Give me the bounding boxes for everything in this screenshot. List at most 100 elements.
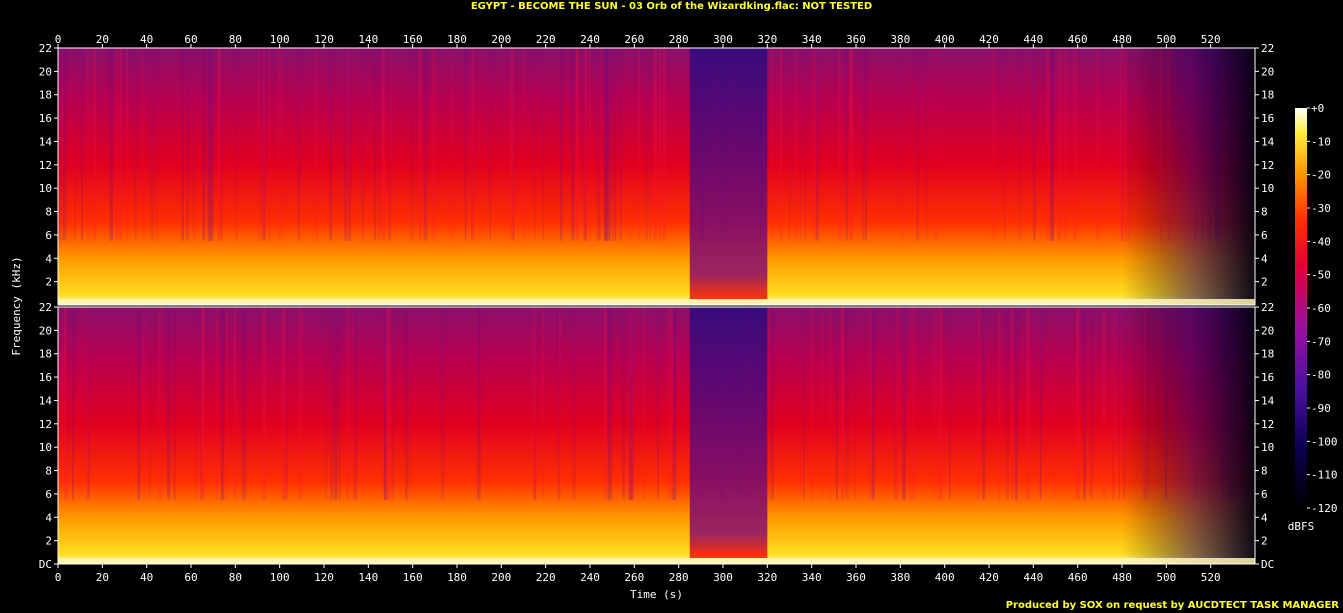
spectrum-streak — [603, 307, 607, 500]
spectrum-streak — [611, 48, 614, 241]
y-tick-label: 6 — [1261, 229, 1268, 242]
spectrum-streak — [125, 48, 128, 241]
colorbar-gradient — [1295, 108, 1307, 508]
spectrum-streak — [841, 48, 843, 241]
spectrum-streak — [1046, 48, 1051, 241]
spectrum-streak — [868, 307, 873, 500]
y-tick-label: 16 — [39, 371, 52, 384]
spectrum-streak — [119, 48, 122, 241]
colorbar-tick-label: -20 — [1311, 169, 1331, 182]
spectrum-streak — [911, 307, 916, 500]
spectrum-streak — [268, 48, 271, 241]
x-tick-label: 180 — [447, 33, 467, 46]
spectrum-streak — [346, 307, 349, 500]
spectrum-streak — [408, 307, 411, 500]
y-tick-label: 20 — [1261, 65, 1274, 78]
low-frequency-band — [58, 558, 1255, 564]
spectrum-streak — [1039, 307, 1042, 500]
y-tick-label: 22 — [1261, 301, 1274, 314]
y-tick-label: 16 — [1261, 112, 1274, 125]
y-tick-label: 14 — [39, 135, 53, 148]
x-tick-label: 380 — [890, 571, 910, 584]
spectrogram-chart: 2 24 46 68 810 1012 1214 1416 1618 1820 2022 22DC DC… — [10, 33, 1338, 601]
x-tick-label: 120 — [314, 571, 334, 584]
spectrum-streak — [541, 307, 544, 500]
x-tick-label: 280 — [669, 33, 689, 46]
spectrum-streak — [668, 307, 671, 500]
spectrum-streak — [325, 307, 328, 500]
spectrum-streak — [440, 307, 445, 500]
y-tick-label: 8 — [45, 206, 52, 219]
x-tick-label: 240 — [580, 571, 600, 584]
x-tick-label: 220 — [536, 33, 556, 46]
spectrum-streak — [329, 48, 333, 241]
y-axis-label: Frequency (kHz) — [10, 256, 23, 355]
spectrum-streak — [450, 48, 453, 241]
spectrum-streak — [338, 307, 341, 500]
spectrum-streak — [948, 307, 951, 500]
spectrum-streak — [858, 307, 860, 500]
spectrum-streak — [643, 307, 646, 500]
credit-text: Produced by SOX on request by AUCDTECT T… — [1005, 600, 1339, 611]
spectrum-streak — [410, 48, 415, 241]
spectrum-streak — [841, 307, 844, 500]
x-tick-label: 520 — [1201, 571, 1221, 584]
spectrum-streak — [199, 307, 202, 500]
y-tick-label: 4 — [1261, 511, 1268, 524]
x-tick-label: 60 — [184, 571, 197, 584]
x-tick-label: 200 — [491, 33, 511, 46]
spectrum-streak — [258, 48, 260, 241]
spectrum-streak — [298, 307, 303, 500]
colorbar-tick-label: -60 — [1311, 302, 1331, 315]
spectrum-streak — [845, 307, 849, 500]
spectrum-streak — [811, 307, 814, 500]
spectrum-streak — [202, 48, 205, 241]
y-tick-label: 4 — [1261, 252, 1268, 265]
y-tick-label: 18 — [1261, 89, 1274, 102]
x-tick-label: 500 — [1156, 571, 1176, 584]
x-tick-label: 380 — [890, 33, 910, 46]
quiet-section — [689, 307, 768, 558]
x-tick-label: 340 — [802, 33, 822, 46]
y-tick-label: 6 — [1261, 488, 1268, 501]
spectrum-streak — [630, 307, 634, 500]
spectrum-streak — [596, 48, 601, 241]
spectrum-streak — [638, 48, 641, 241]
x-tick-label: 440 — [1023, 571, 1043, 584]
spectrum-streak — [404, 307, 408, 500]
y-tick-label: 10 — [39, 441, 52, 454]
spectrum-streak — [476, 307, 481, 500]
y-tick-label: 16 — [39, 112, 52, 125]
spectrum-streak — [334, 307, 338, 500]
x-tick-label: 40 — [140, 571, 153, 584]
y-tick-label: 4 — [45, 252, 52, 265]
spectrum-streak — [387, 307, 392, 500]
spectrum-streak — [1057, 48, 1062, 241]
y-tick-label: 4 — [45, 511, 52, 524]
x-tick-label: 0 — [55, 33, 62, 46]
y-tick-label: 2 — [45, 535, 52, 548]
x-tick-label: 400 — [935, 571, 955, 584]
spectrum-streak — [284, 307, 288, 500]
spectrum-streak — [173, 307, 176, 500]
x-tick-label: 320 — [757, 33, 777, 46]
spectrum-streak — [982, 307, 986, 500]
spectrum-streak — [142, 48, 144, 241]
spectrum-streak — [1026, 307, 1030, 500]
x-tick-label: 100 — [270, 571, 290, 584]
spectrum-streak — [1052, 307, 1056, 500]
y-tick-label: 18 — [1261, 348, 1274, 361]
spectrum-streak — [71, 307, 74, 500]
x-axis-label: Time (s) — [630, 588, 683, 601]
spectrum-streak — [181, 48, 184, 241]
x-tick-label: 420 — [979, 33, 999, 46]
spectrum-streak — [1090, 307, 1093, 500]
spectrum-streak — [137, 307, 141, 500]
spectrum-streak — [143, 307, 145, 500]
x-tick-label: 320 — [757, 571, 777, 584]
spectrum-streak — [109, 48, 114, 241]
spectrum-streak — [844, 48, 847, 241]
spectrum-streak — [195, 307, 198, 500]
spectrum-streak — [134, 48, 137, 241]
spectrum-streak — [478, 48, 482, 241]
